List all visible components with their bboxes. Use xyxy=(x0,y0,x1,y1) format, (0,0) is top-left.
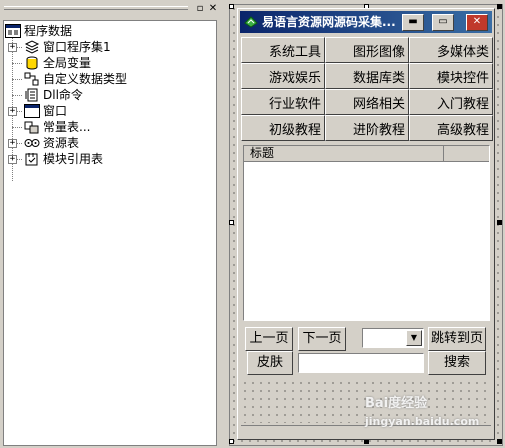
project-tree-panel: ▫ ✕ 程序数据 + 窗口程序集1 全局变量 自定义数据类型 Dll命令 + 窗… xyxy=(0,0,222,448)
tree-item-resources[interactable]: 资源表 xyxy=(24,135,79,151)
selection-handle[interactable] xyxy=(229,4,234,9)
search-button[interactable]: 搜索 xyxy=(428,351,486,375)
category-button-modules[interactable]: 模块控件 xyxy=(409,63,493,89)
selection-handle[interactable] xyxy=(497,220,502,225)
panel-header: ▫ ✕ xyxy=(0,0,222,18)
constant-icon xyxy=(24,119,40,135)
tree-item-label: 窗口 xyxy=(43,104,68,118)
minimize-button[interactable]: ▬ xyxy=(402,14,424,31)
category-button-intro-tutorial[interactable]: 入门教程 xyxy=(409,89,493,115)
maximize-button[interactable]: ▭ xyxy=(432,14,454,31)
category-button-industry[interactable]: 行业软件 xyxy=(241,89,325,115)
column-header-title[interactable]: 标题 xyxy=(244,146,444,162)
expand-icon[interactable]: + xyxy=(8,43,17,52)
close-button[interactable]: ✕ xyxy=(466,14,488,31)
datatype-icon xyxy=(24,71,40,87)
skin-button[interactable]: 皮肤 xyxy=(247,351,293,375)
selection-handle[interactable] xyxy=(497,439,502,444)
window-icon xyxy=(24,103,40,119)
result-list[interactable]: 标题 xyxy=(243,145,490,321)
expand-icon[interactable]: + xyxy=(8,107,17,116)
program-data-icon xyxy=(5,23,21,39)
tree-guide-line xyxy=(12,95,22,96)
tree-item-label: 常量表... xyxy=(43,120,91,134)
tree-guide-line xyxy=(12,127,22,128)
category-button-expert-tutorial[interactable]: 高级教程 xyxy=(409,115,493,141)
category-button-beginner-tutorial[interactable]: 初级教程 xyxy=(241,115,325,141)
app-icon xyxy=(244,15,258,29)
tree-item-label: Dll命令 xyxy=(43,88,83,102)
tree-item-module[interactable]: 窗口程序集1 xyxy=(24,39,111,55)
list-header: 标题 xyxy=(244,146,489,162)
tree-item-label: 模块引用表 xyxy=(43,152,104,166)
category-button-database[interactable]: 数据库类 xyxy=(325,63,409,89)
window-title: 易语言资源网源码采集... xyxy=(262,15,396,29)
tree-item-window[interactable]: 窗口 xyxy=(24,103,67,119)
watermark: Bai度经验 jingyan.baidu.com xyxy=(365,395,505,439)
chevron-down-icon[interactable]: ▼ xyxy=(406,330,422,346)
category-button-games[interactable]: 游戏娱乐 xyxy=(241,63,325,89)
next-page-button[interactable]: 下一页 xyxy=(298,327,346,351)
close-icon[interactable]: ✕ xyxy=(207,3,219,15)
tree-root-label: 程序数据 xyxy=(24,24,73,38)
resource-icon xyxy=(24,135,40,151)
selection-handle[interactable] xyxy=(229,439,234,444)
tree-item-label: 资源表 xyxy=(43,136,80,150)
title-bar[interactable]: 易语言资源网源码采集... ▬ ▭ ✕ xyxy=(240,11,492,33)
expand-icon[interactable]: + xyxy=(8,139,17,148)
module-ref-icon xyxy=(24,151,40,167)
variable-icon xyxy=(24,55,40,71)
category-button-graphics[interactable]: 图形图像 xyxy=(325,37,409,63)
module-icon xyxy=(24,39,40,55)
tree-item-label: 全局变量 xyxy=(43,56,92,70)
tree-guide-line xyxy=(12,79,22,80)
prev-page-button[interactable]: 上一页 xyxy=(245,327,293,351)
tree-view[interactable]: 程序数据 + 窗口程序集1 全局变量 自定义数据类型 Dll命令 + 窗口 常量… xyxy=(3,20,217,446)
jump-to-page-button[interactable]: 跳转到页 xyxy=(428,327,486,351)
category-button-network[interactable]: 网络相关 xyxy=(325,89,409,115)
panel-grip[interactable] xyxy=(4,6,188,10)
expand-icon[interactable]: + xyxy=(8,155,17,164)
tree-root[interactable]: 程序数据 xyxy=(5,23,72,39)
watermark-line: Bai度经验 xyxy=(365,396,428,411)
pin-icon[interactable]: ▫ xyxy=(194,3,206,15)
tree-item-label: 自定义数据类型 xyxy=(43,72,128,86)
tree-item-module-refs[interactable]: 模块引用表 xyxy=(24,151,103,167)
search-input[interactable] xyxy=(298,353,424,373)
column-header-empty[interactable] xyxy=(445,146,489,162)
tree-guide-line xyxy=(12,63,22,64)
watermark-line: jingyan.baidu.com xyxy=(365,415,480,428)
tree-item-dll[interactable]: Dll命令 xyxy=(24,87,83,103)
category-grid: 系统工具 图形图像 多媒体类 游戏娱乐 数据库类 模块控件 行业软件 网络相关 … xyxy=(241,37,493,141)
tree-item-custom-types[interactable]: 自定义数据类型 xyxy=(24,71,127,87)
form-window[interactable]: 易语言资源网源码采集... ▬ ▭ ✕ 系统工具 图形图像 多媒体类 游戏娱乐 … xyxy=(237,8,495,440)
category-button-advanced-tutorial[interactable]: 进阶教程 xyxy=(325,115,409,141)
tree-item-label: 窗口程序集1 xyxy=(43,40,111,54)
selection-handle[interactable] xyxy=(497,4,502,9)
selection-handle[interactable] xyxy=(229,220,234,225)
category-button-system-tools[interactable]: 系统工具 xyxy=(241,37,325,63)
tree-item-constants[interactable]: 常量表... xyxy=(24,119,90,135)
tree-item-global-vars[interactable]: 全局变量 xyxy=(24,55,91,71)
dll-icon xyxy=(24,87,40,103)
page-select[interactable]: ▼ xyxy=(362,328,424,348)
category-button-multimedia[interactable]: 多媒体类 xyxy=(409,37,493,63)
